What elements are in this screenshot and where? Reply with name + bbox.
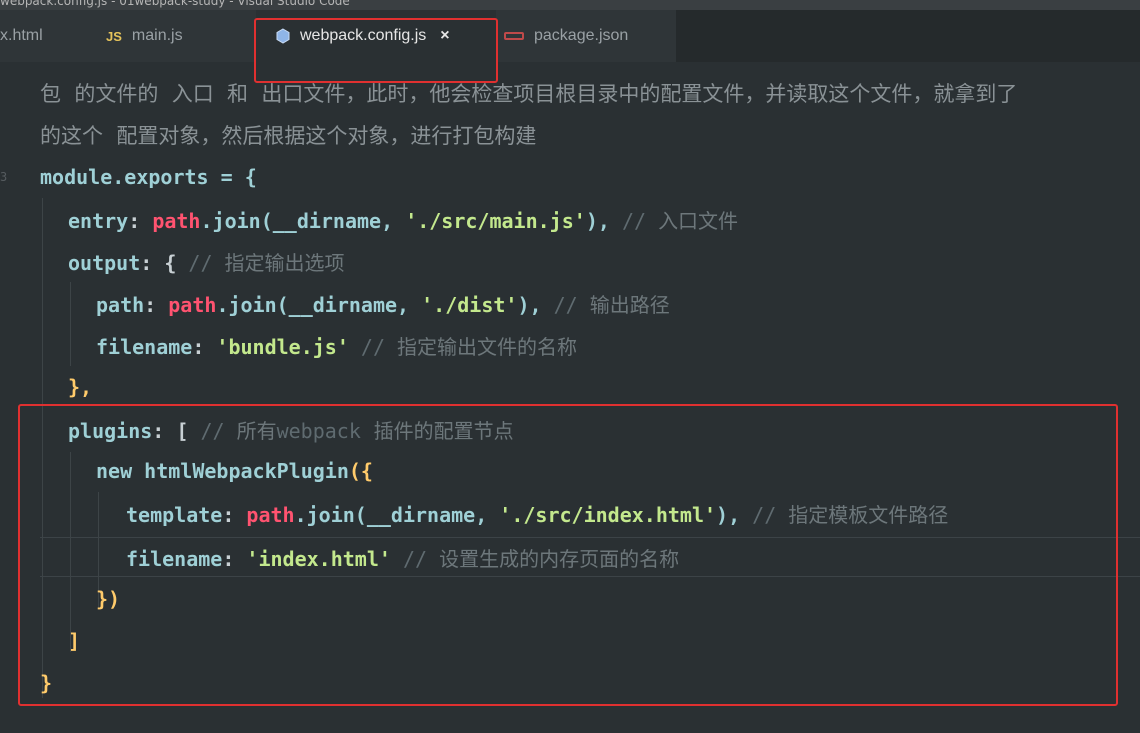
tab-label: x.html: [0, 27, 43, 44]
js-file-icon: JS: [106, 28, 122, 44]
code-line: },: [0, 366, 1140, 408]
prose-line: 的这个 配置对象，然后根据这个对象，进行打包构建: [0, 114, 1140, 156]
code-line: entry: path.join(__dirname, './src/main.…: [0, 198, 1140, 240]
code-line-content: output: { // 指定输出选项: [68, 250, 345, 275]
tab-package-json[interactable]: package.json: [496, 10, 676, 62]
code-line-content: entry: path.join(__dirname, './src/main.…: [68, 208, 739, 233]
code-token: },: [68, 375, 93, 399]
window-title: webpack.config.js - 01webpack-study - Vi…: [0, 0, 350, 8]
tab-label: package.json: [534, 27, 629, 44]
code-line: 3 module.exports = {: [0, 165, 257, 189]
code-line-content: path: path.join(__dirname, './dist'), //…: [96, 292, 670, 317]
code-editor[interactable]: 包 的文件的 入口 和 出口文件，此时，他会检查项目根目录中的配置文件，并读取这…: [0, 62, 1140, 733]
plugins-highlight-box: [18, 404, 1118, 706]
prose-line: 包 的文件的 入口 和 出口文件，此时，他会检查项目根目录中的配置文件，并读取这…: [0, 72, 1140, 114]
window-titlebar: webpack.config.js - 01webpack-study - Vi…: [0, 0, 1140, 10]
code-line: output: { // 指定输出选项: [0, 240, 1140, 282]
tab-main-js[interactable]: JS main.js: [84, 10, 256, 62]
code-line: filename: 'bundle.js' // 指定输出文件的名称: [0, 324, 1140, 366]
code-line-content: filename: 'bundle.js' // 指定输出文件的名称: [96, 334, 578, 359]
tab-index-html[interactable]: x.html: [0, 10, 84, 62]
prose-text: 包 的文件的 入口 和 出口文件，此时，他会检查项目根目录中的配置文件，并读取这…: [40, 82, 1018, 106]
code-line: path: path.join(__dirname, './dist'), //…: [0, 282, 1140, 324]
editor-tab-bar: x.html JS main.js webpack.config.js × pa…: [0, 10, 1140, 83]
json-file-icon: [504, 32, 524, 40]
tab-label: main.js: [131, 27, 183, 44]
code-token: module.exports = {: [40, 165, 257, 189]
prose-text: 的这个 配置对象，然后根据这个对象，进行打包构建: [40, 124, 537, 148]
